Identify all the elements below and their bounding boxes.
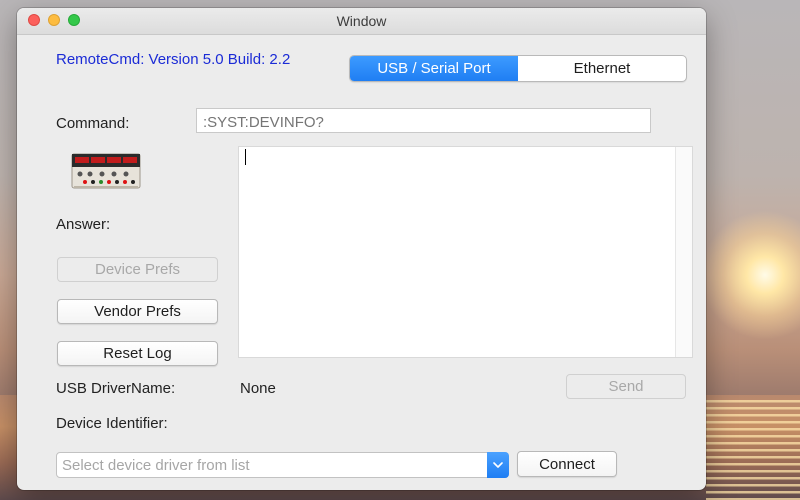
version-label: RemoteCmd: Version 5.0 Build: 2.2 — [56, 51, 291, 68]
connect-button[interactable]: Connect — [517, 451, 617, 477]
vendor-prefs-button[interactable]: Vendor Prefs — [57, 299, 218, 324]
wallpaper-sun — [700, 210, 800, 340]
reset-log-button[interactable]: Reset Log — [57, 341, 218, 366]
wallpaper-sun-reflection — [706, 400, 800, 500]
text-cursor — [245, 149, 246, 165]
answer-label: Answer: — [56, 216, 111, 233]
command-label: Command: — [56, 115, 130, 132]
tab-usb-serial-port[interactable]: USB / Serial Port — [350, 56, 518, 81]
device-driver-select[interactable]: Select device driver from list — [56, 452, 509, 478]
command-input[interactable] — [196, 108, 651, 133]
connection-type-segmented-control: USB / Serial Port Ethernet — [349, 55, 687, 82]
chevron-down-icon-glyph — [493, 461, 503, 468]
usb-driver-name-value: None — [240, 380, 276, 397]
power-supply-device-image — [71, 153, 141, 189]
answer-text-area[interactable] — [238, 146, 693, 358]
answer-scrollbar[interactable] — [675, 147, 692, 357]
send-button[interactable]: Send — [566, 374, 686, 399]
window-title: Window — [336, 13, 387, 29]
tab-ethernet[interactable]: Ethernet — [518, 56, 686, 81]
title-bar: Window — [17, 8, 706, 35]
device-prefs-button[interactable]: Device Prefs — [57, 257, 218, 282]
device-identifier-label: Device Identifier: — [56, 415, 168, 432]
device-driver-select-placeholder: Select device driver from list — [62, 457, 250, 474]
usb-driver-name-label: USB DriverName: — [56, 380, 176, 397]
chevron-down-icon[interactable] — [487, 452, 509, 478]
app-window: Window RemoteCmd: Version 5.0 Build: 2.2… — [17, 8, 706, 490]
